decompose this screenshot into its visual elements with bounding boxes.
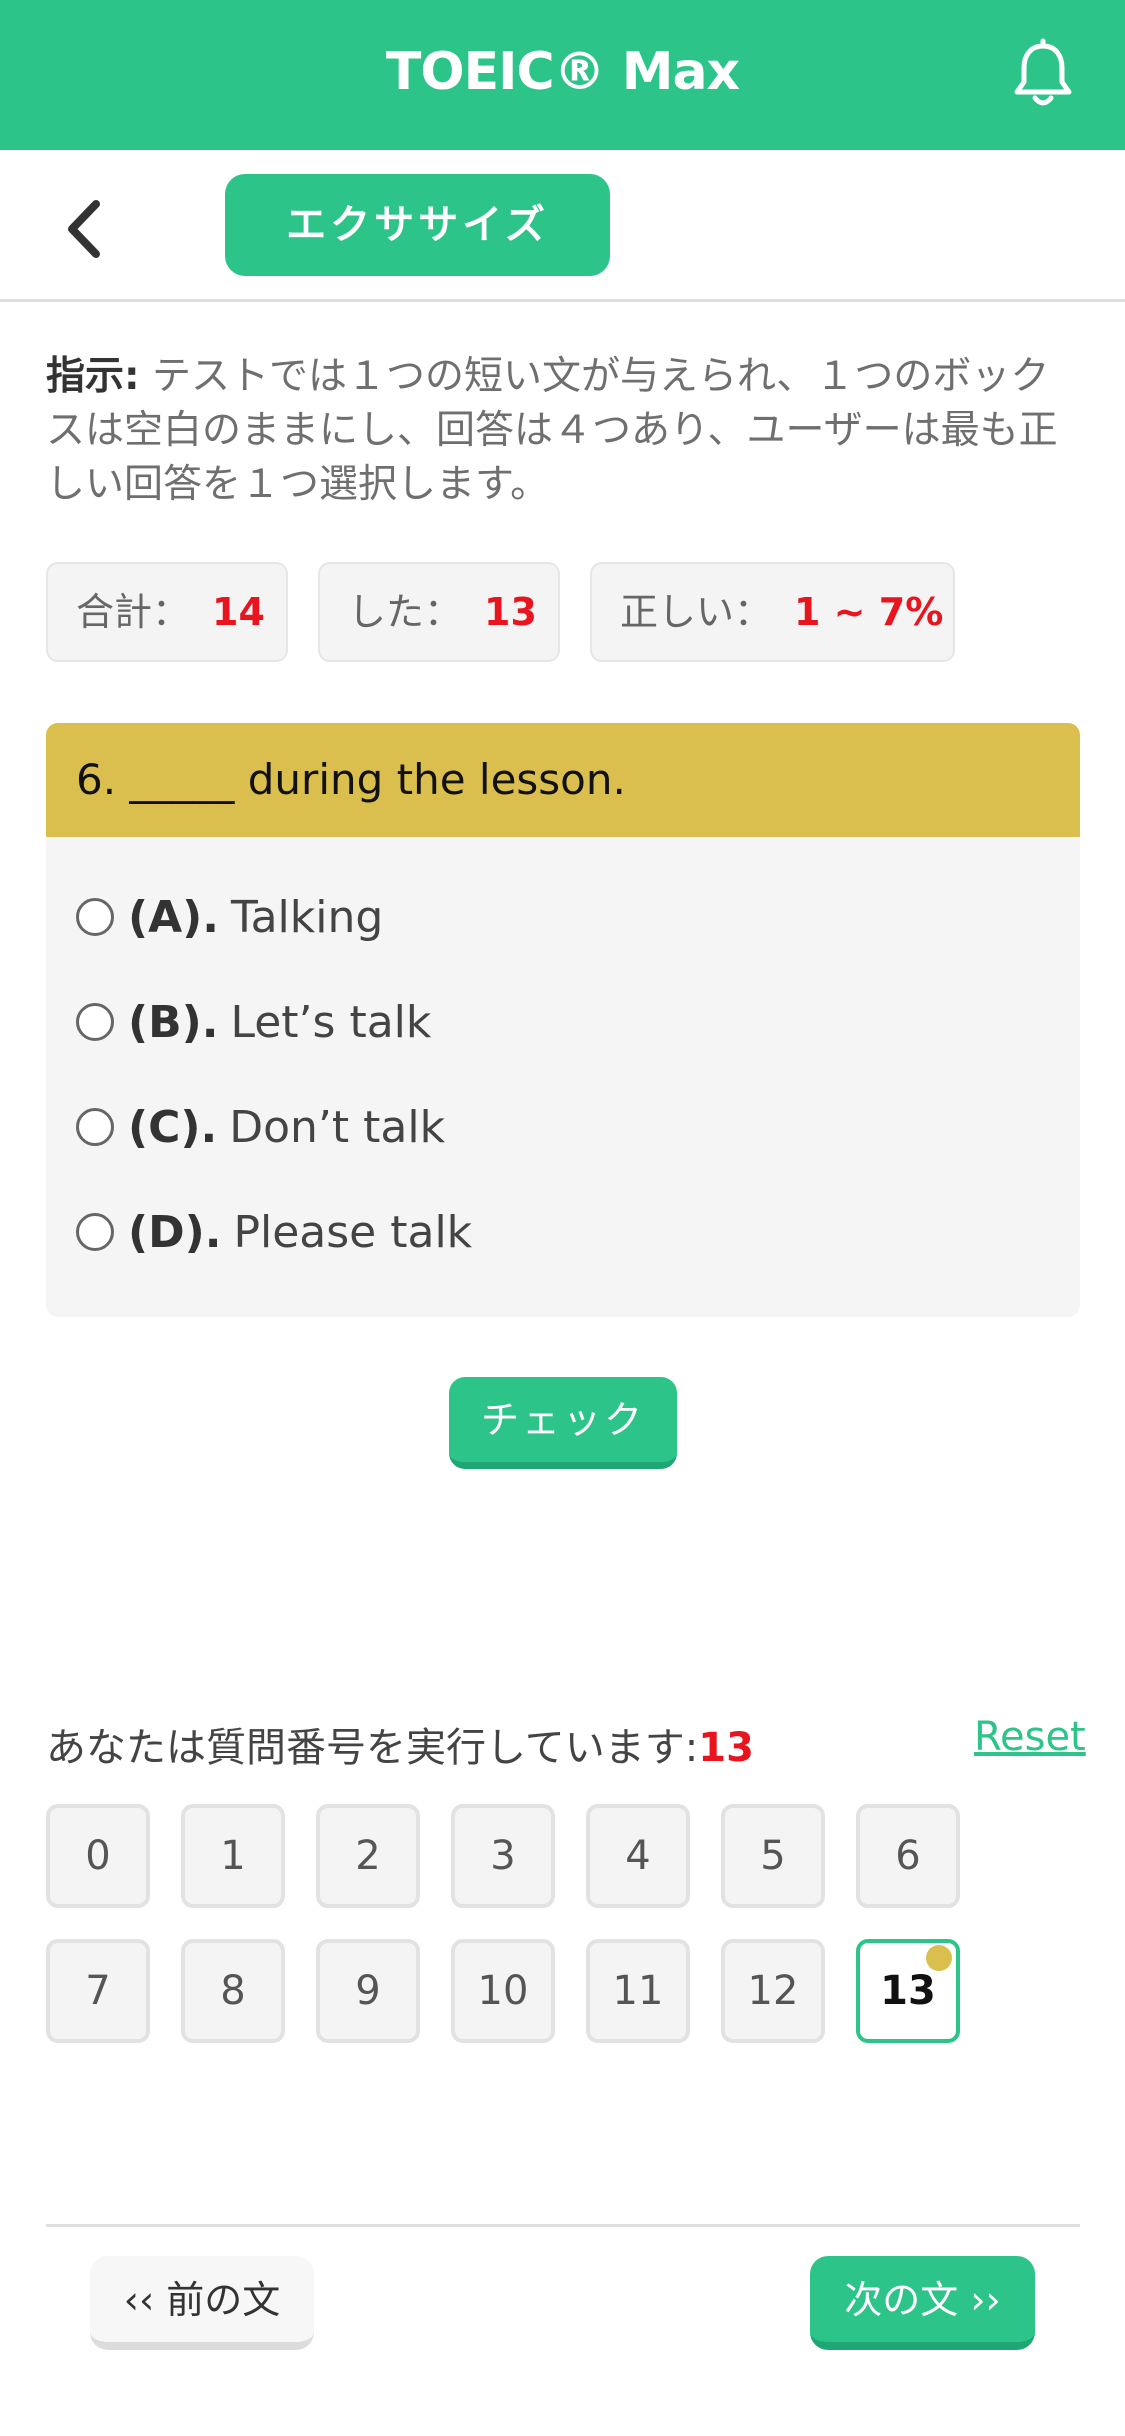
question-number-button[interactable]: 3	[451, 1804, 555, 1908]
reset-link[interactable]: Reset	[974, 1714, 1086, 1760]
next-sentence-button[interactable]: 次の文 ››	[810, 2256, 1035, 2350]
question-number-label: 12	[747, 1968, 799, 2014]
question-number-button[interactable]: 12	[721, 1939, 825, 2043]
question-number-button[interactable]: 5	[721, 1804, 825, 1908]
question-number-label: 8	[220, 1968, 246, 2014]
stat-correct: 正しい： 1 ~ 7%	[590, 562, 955, 662]
question-number-label: 2	[355, 1833, 381, 1879]
question-number-button[interactable]: 1	[181, 1804, 285, 1908]
bell-icon[interactable]	[1006, 38, 1080, 112]
question-number-button[interactable]: 0	[46, 1804, 150, 1908]
question-number-label: 0	[85, 1833, 111, 1879]
question-number-button[interactable]: 11	[586, 1939, 690, 2043]
option-d[interactable]: (D). Please talk	[76, 1203, 472, 1263]
question-number-label: 13	[880, 1968, 936, 2014]
question-number-label: 7	[85, 1968, 111, 2014]
question-text: 6. _____ during the lesson.	[46, 723, 1080, 837]
divider	[46, 2224, 1080, 2227]
app-header: TOEIC® Max	[0, 0, 1125, 150]
question-number-label: 3	[490, 1833, 516, 1879]
stat-total: 合計： 14	[46, 562, 288, 662]
question-card: 6. _____ during the lesson. (A). Talking …	[46, 723, 1080, 1317]
current-marker-dot	[926, 1945, 952, 1971]
option-text: Don’t talk	[229, 1102, 446, 1153]
instructions-text: テストでは１つの短い文が与えられ、１つのボックスは空白のままにし、回答は４つあり…	[46, 354, 1058, 507]
check-button[interactable]: チェック	[449, 1377, 677, 1469]
radio-button[interactable]	[76, 898, 114, 936]
option-text: Let’s talk	[230, 997, 432, 1048]
radio-button[interactable]	[76, 1213, 114, 1251]
instructions-label: 指示:	[46, 354, 140, 399]
option-c[interactable]: (C). Don’t talk	[76, 1098, 445, 1158]
exercise-button[interactable]: エクササイズ	[225, 174, 610, 276]
instructions: 指示: テストでは１つの短い文が与えられ、１つのボックスは空白のままにし、回答は…	[46, 350, 1086, 512]
stat-label: 正しい：	[620, 590, 773, 634]
option-text: Talking	[231, 892, 384, 943]
question-number-label: 11	[612, 1968, 664, 2014]
question-number-button[interactable]: 6	[856, 1804, 960, 1908]
question-number-grid: 0 1 2 3 4 5 6 7 8 9 10 11 12 13	[46, 1804, 996, 2044]
question-number-label: 9	[355, 1968, 381, 2014]
sub-toolbar: エクササイズ	[0, 150, 1125, 302]
chevron-left-icon[interactable]	[52, 194, 122, 264]
question-number-button[interactable]: 10	[451, 1939, 555, 2043]
current-question-status: あなたは質問番号を実行しています:13	[46, 1715, 754, 1773]
stat-value: 14	[212, 590, 265, 634]
question-number-button[interactable]: 9	[316, 1939, 420, 2043]
current-question-label: あなたは質問番号を実行しています:	[46, 1725, 699, 1771]
option-key: (D).	[128, 1207, 222, 1258]
radio-button[interactable]	[76, 1108, 114, 1146]
question-number-button[interactable]: 13	[856, 1939, 960, 2043]
option-b[interactable]: (B). Let’s talk	[76, 993, 431, 1053]
option-text: Please talk	[233, 1207, 473, 1258]
stat-done: した： 13	[318, 562, 560, 662]
stat-label: 合計：	[76, 590, 191, 634]
app-title: TOEIC® Max	[385, 42, 740, 102]
question-number-label: 5	[760, 1833, 786, 1879]
question-number-button[interactable]: 7	[46, 1939, 150, 2043]
option-key: (A).	[128, 892, 219, 943]
option-key: (B).	[128, 997, 219, 1048]
question-number-label: 6	[895, 1833, 921, 1879]
stat-value: 1 ~ 7%	[794, 590, 944, 634]
current-question-number: 13	[698, 1725, 754, 1771]
radio-button[interactable]	[76, 1003, 114, 1041]
question-number-button[interactable]: 4	[586, 1804, 690, 1908]
question-number-label: 4	[625, 1833, 651, 1879]
question-number-label: 1	[220, 1833, 246, 1879]
option-key: (C).	[128, 1102, 218, 1153]
question-number-button[interactable]: 2	[316, 1804, 420, 1908]
question-number-button[interactable]: 8	[181, 1939, 285, 2043]
option-a[interactable]: (A). Talking	[76, 888, 383, 948]
stat-label: した：	[348, 590, 463, 634]
stat-value: 13	[484, 590, 537, 634]
prev-sentence-button[interactable]: ‹‹ 前の文	[90, 2256, 314, 2350]
question-number-label: 10	[477, 1968, 529, 2014]
